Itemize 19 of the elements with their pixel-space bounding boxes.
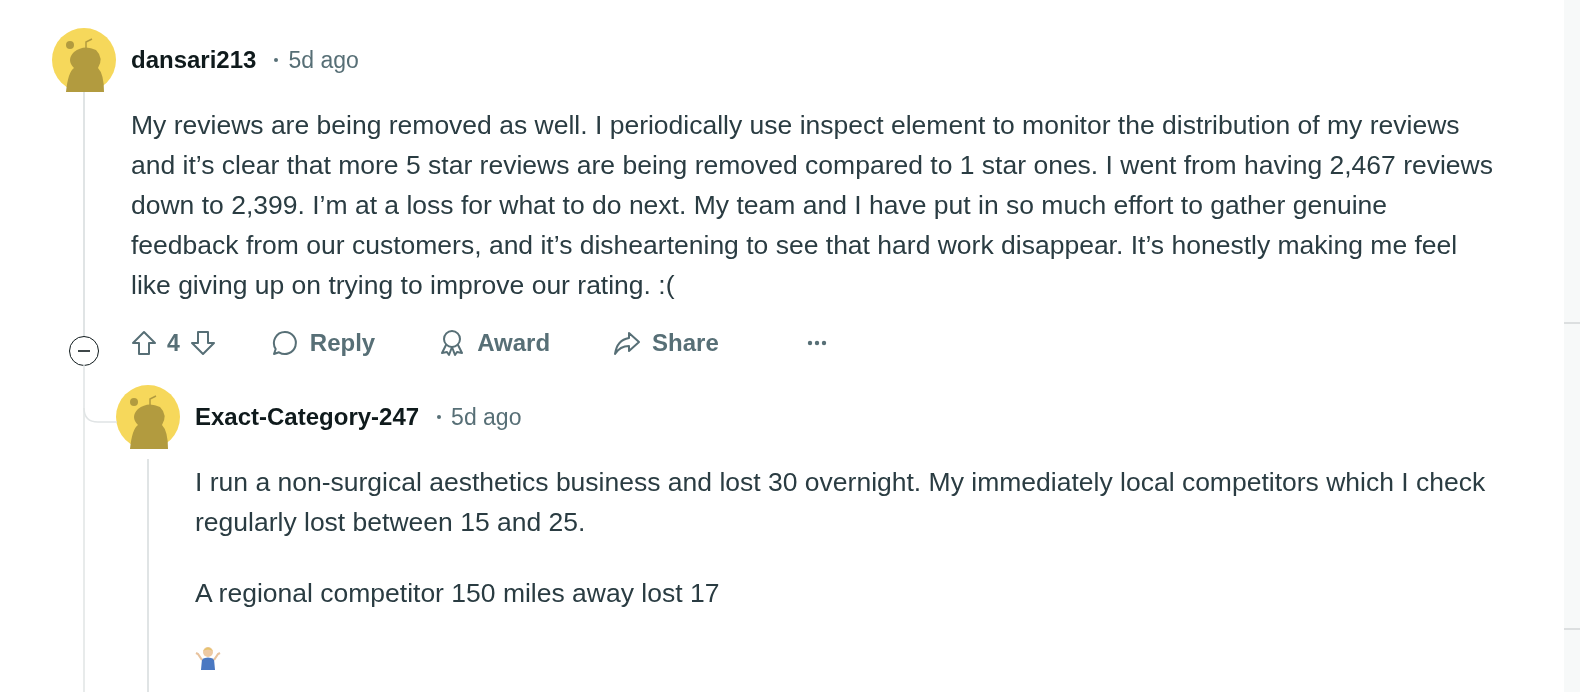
username[interactable]: Exact-Category-247	[195, 403, 420, 431]
collapse-button[interactable]	[69, 336, 99, 366]
comment-text: I run a non-surgical aesthetics business and lost 30 overnight. My immediately local competitors which I check regularly lost between 15 and 25.	[195, 466, 1487, 539]
avatar-icon[interactable]	[52, 28, 116, 92]
username[interactable]: dansari213	[131, 46, 257, 74]
upvote-button[interactable]	[129, 328, 159, 358]
separator-dot	[274, 58, 279, 62]
vote-count: 4	[167, 329, 180, 357]
reply-button[interactable]: Reply	[253, 323, 392, 363]
award-button[interactable]: Award	[421, 323, 567, 363]
comment-text: A regional competitor 150 miles away lost 17	[195, 577, 721, 610]
shrugging-person-icon	[195, 644, 221, 670]
timestamp: 5d ago	[451, 403, 522, 431]
comment-text: My reviews are being removed as well. I periodically use inspect element to monitor the distribution of my reviews and it’s clear that more 5 star reviews are being removed compared to 1 star ones. I went from having 2,467 reviews down to 2,399. I’m at a loss for what to do next. My team and I have put in so much effort to gather genuine feedback from our customers, and it’s disheartening to see that hard work disappear. It’s honestly making me feel like giving up on trying to improve our rating. :(	[131, 109, 1494, 302]
separator-dot	[437, 415, 442, 419]
ellipsis-icon	[806, 340, 827, 346]
avatar-icon[interactable]	[116, 385, 180, 449]
share-button[interactable]: Share	[596, 323, 735, 363]
timestamp: 5d ago	[288, 46, 359, 74]
